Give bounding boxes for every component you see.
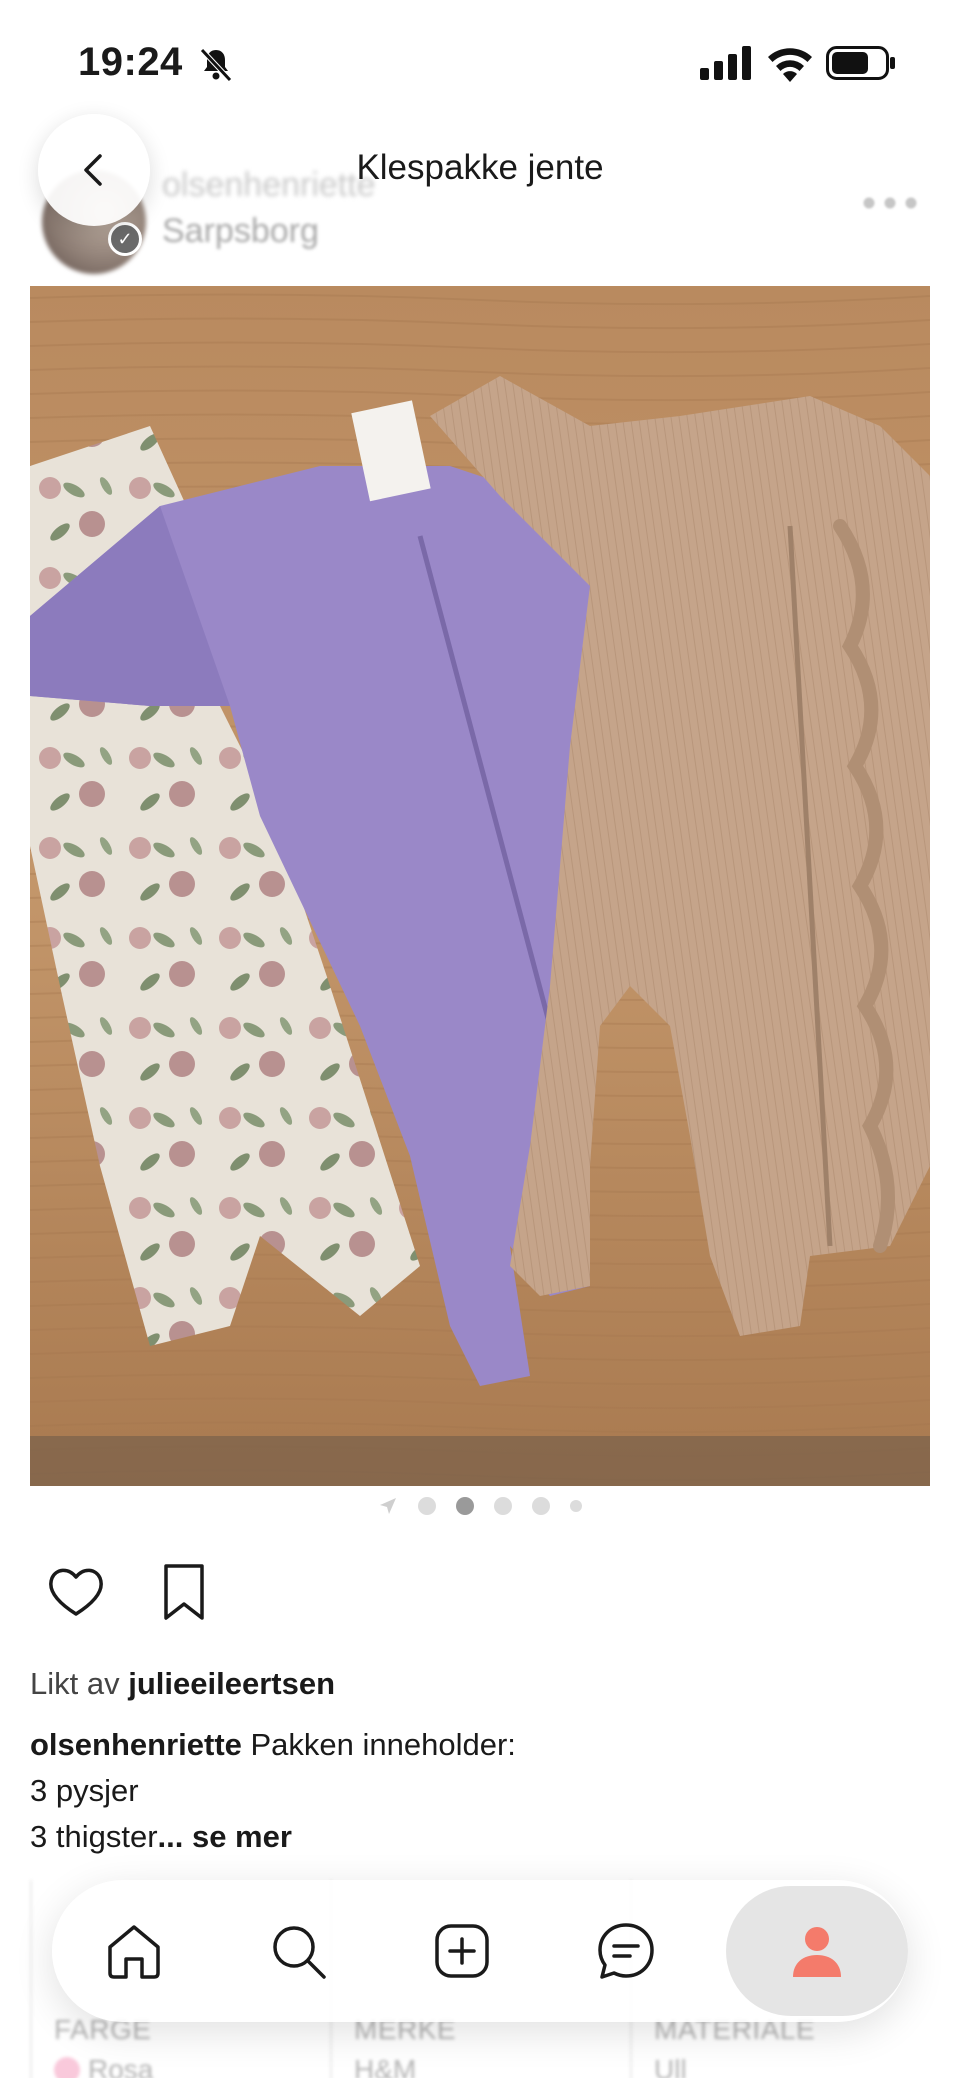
likes-text: Likt av julieeileertsen [30, 1666, 335, 1702]
attribute-value-text: H&M [354, 2054, 417, 2078]
carousel-dot[interactable] [418, 1497, 436, 1515]
bell-muted-icon [200, 48, 232, 82]
back-button[interactable] [38, 114, 150, 226]
attribute-value: Rosa [54, 2054, 330, 2078]
nav-profile[interactable] [726, 1886, 908, 2016]
color-swatch [54, 2057, 80, 2078]
carousel-dot[interactable] [570, 1500, 582, 1512]
carousel-dot[interactable] [532, 1497, 550, 1515]
messages-icon [598, 1923, 654, 1979]
liked-by-user[interactable]: julieeileertsen [128, 1666, 335, 1701]
more-options-icon[interactable] [862, 196, 918, 210]
chevron-left-icon [84, 154, 102, 186]
wifi-icon [768, 48, 812, 82]
description-author[interactable]: olsenhenriette [30, 1727, 242, 1762]
search-icon [273, 1926, 326, 1979]
nav-messages[interactable] [544, 1880, 708, 2022]
bottom-nav [52, 1880, 908, 2022]
carousel-indicator [0, 1494, 960, 1518]
description-text: Pakken inneholder: [241, 1727, 516, 1762]
seller-location: Sarpsborg [162, 212, 319, 250]
attribute-value-text: Ull [654, 2054, 687, 2078]
status-bar: 19:24 [0, 0, 960, 110]
nav-home[interactable] [52, 1880, 216, 2022]
location-arrow-icon [380, 1498, 396, 1514]
profile-icon [793, 1927, 841, 1977]
description-line-3: 3 thigster... se mer [30, 1814, 516, 1860]
verified-badge-icon: ✓ [108, 222, 142, 256]
add-icon [435, 1924, 489, 1978]
description-text-3: 3 thigster [30, 1819, 158, 1854]
battery-icon [826, 46, 895, 80]
post-actions [44, 1560, 216, 1630]
signal-icon [700, 46, 751, 80]
attribute-value-text: Rosa [88, 2054, 154, 2078]
description: olsenhenriette Pakken inneholder: 3 pysj… [30, 1722, 516, 1860]
nav-add[interactable] [380, 1880, 544, 2022]
home-icon [108, 1925, 160, 1979]
likes-prefix: Likt av [30, 1666, 120, 1701]
see-more-link[interactable]: ... se mer [158, 1819, 292, 1854]
description-line-2: 3 pysjer [30, 1773, 139, 1808]
nav-search[interactable] [216, 1880, 380, 2022]
product-photo-illustration [30, 286, 930, 1486]
status-time: 19:24 [78, 40, 183, 84]
carousel-dot-active[interactable] [456, 1497, 474, 1515]
description-line-1: olsenhenriette Pakken inneholder: [30, 1722, 516, 1768]
product-photo[interactable] [30, 286, 930, 1486]
carousel-dot[interactable] [494, 1497, 512, 1515]
header: ✓ olsenhenriette Sarpsborg Klespakke jen… [0, 110, 960, 280]
bookmark-icon[interactable] [152, 1560, 216, 1624]
heart-icon[interactable] [44, 1560, 108, 1624]
